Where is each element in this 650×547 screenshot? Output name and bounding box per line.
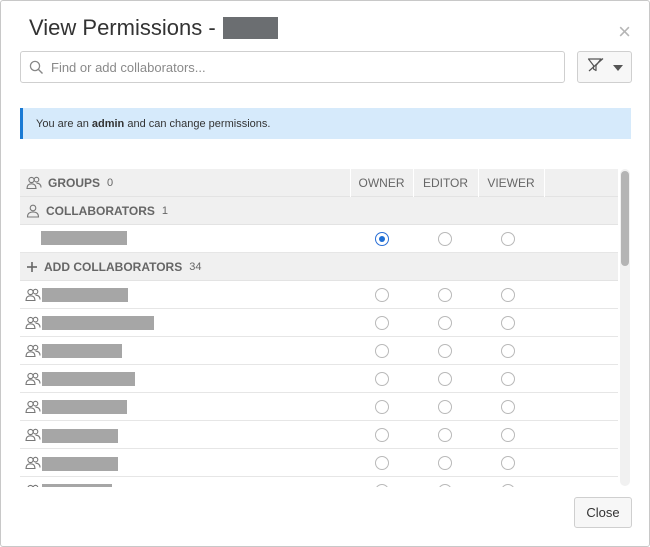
list-item (20, 449, 618, 477)
redacted-group-name (42, 484, 112, 487)
collaborator-search[interactable] (20, 51, 565, 83)
groups-section-label[interactable]: GROUPS 0 (26, 169, 113, 197)
redacted-group-name (42, 372, 135, 386)
groups-count: 0 (107, 177, 114, 189)
column-header-editor: EDITOR (413, 169, 477, 197)
filter-icon (587, 57, 605, 78)
info-role: admin (91, 118, 125, 130)
caret-down-icon (612, 58, 623, 76)
collaborators-header-row: COLLABORATORS 1 (20, 197, 618, 225)
viewer-radio[interactable] (501, 232, 515, 246)
owner-radio[interactable] (375, 232, 389, 246)
add-collaborators-header-row: ADD COLLABORATORS 34 (20, 253, 618, 281)
list-item (20, 393, 618, 421)
list-item (20, 365, 618, 393)
group-icon (26, 176, 42, 190)
list-item (20, 309, 618, 337)
redacted-group-name (42, 400, 127, 414)
collaborators-count: 1 (161, 205, 169, 217)
add-collaborators-section-label[interactable]: ADD COLLABORATORS 34 (26, 253, 201, 281)
redacted-collaborator-name (41, 231, 127, 245)
plus-icon (27, 262, 37, 272)
editor-radio[interactable] (438, 372, 452, 386)
dialog-title-text: View Permissions - (29, 15, 216, 40)
editor-radio[interactable] (438, 316, 452, 330)
list-item (20, 281, 618, 309)
close-icon[interactable]: × (618, 21, 631, 43)
owner-radio[interactable] (375, 428, 389, 442)
redacted-group-name (42, 344, 122, 358)
group-icon (25, 316, 41, 330)
search-icon (29, 60, 44, 80)
viewer-radio[interactable] (501, 288, 515, 302)
permission-info-banner: You are an admin and can change permissi… (20, 108, 631, 139)
collaborators-label: COLLABORATORS (46, 204, 155, 218)
viewer-radio[interactable] (501, 484, 515, 487)
redacted-title-block (222, 17, 278, 39)
group-icon (25, 344, 41, 358)
search-input[interactable] (49, 52, 559, 82)
editor-radio[interactable] (438, 344, 452, 358)
info-suffix: and can change permissions. (124, 118, 271, 130)
editor-radio[interactable] (438, 400, 452, 414)
list-item (20, 421, 618, 449)
owner-radio[interactable] (375, 344, 389, 358)
redacted-group-name (42, 316, 154, 330)
owner-radio[interactable] (375, 456, 389, 470)
column-header-owner: OWNER (350, 169, 412, 197)
group-icon (25, 428, 41, 442)
viewer-radio[interactable] (501, 316, 515, 330)
editor-radio[interactable] (438, 428, 452, 442)
editor-radio[interactable] (438, 288, 452, 302)
column-header-viewer: VIEWER (478, 169, 543, 197)
viewer-radio[interactable] (501, 400, 515, 414)
owner-radio[interactable] (375, 484, 389, 487)
group-icon (25, 372, 41, 386)
group-icon (25, 400, 41, 414)
group-icon (25, 456, 41, 470)
collaborator-row (20, 225, 618, 253)
table-scrollbar[interactable] (620, 169, 630, 486)
add-collaborators-count: 34 (189, 261, 202, 273)
groups-header-row: GROUPS 0 OWNER EDITOR VIEWER (20, 169, 618, 197)
permissions-table: GROUPS 0 OWNER EDITOR VIEWER COLLABORATO… (20, 169, 618, 487)
person-icon (26, 204, 40, 218)
redacted-group-name (42, 457, 118, 471)
owner-radio[interactable] (375, 288, 389, 302)
editor-radio[interactable] (438, 484, 452, 487)
add-collaborators-label: ADD COLLABORATORS (44, 260, 183, 274)
viewer-radio[interactable] (501, 372, 515, 386)
filter-dropdown-button[interactable] (577, 51, 632, 83)
viewer-radio[interactable] (501, 344, 515, 358)
editor-radio[interactable] (438, 232, 452, 246)
group-icon (25, 288, 41, 302)
owner-radio[interactable] (375, 400, 389, 414)
permissions-dialog: View Permissions - × You are an admin an… (0, 0, 650, 547)
editor-radio[interactable] (438, 456, 452, 470)
redacted-group-name (42, 429, 118, 443)
owner-radio[interactable] (375, 372, 389, 386)
group-icon (27, 484, 39, 487)
info-prefix: You are an (36, 118, 92, 130)
viewer-radio[interactable] (501, 428, 515, 442)
scrollbar-thumb[interactable] (621, 171, 629, 266)
groups-label: GROUPS (48, 176, 101, 190)
redacted-group-name (42, 288, 128, 302)
viewer-radio[interactable] (501, 456, 515, 470)
dialog-title: View Permissions - (29, 15, 278, 41)
owner-radio[interactable] (375, 316, 389, 330)
column-header-blank (544, 169, 618, 197)
close-button[interactable]: Close (574, 497, 632, 528)
list-item (20, 477, 618, 487)
collaborators-section-label[interactable]: COLLABORATORS 1 (26, 197, 168, 225)
list-item (20, 337, 618, 365)
